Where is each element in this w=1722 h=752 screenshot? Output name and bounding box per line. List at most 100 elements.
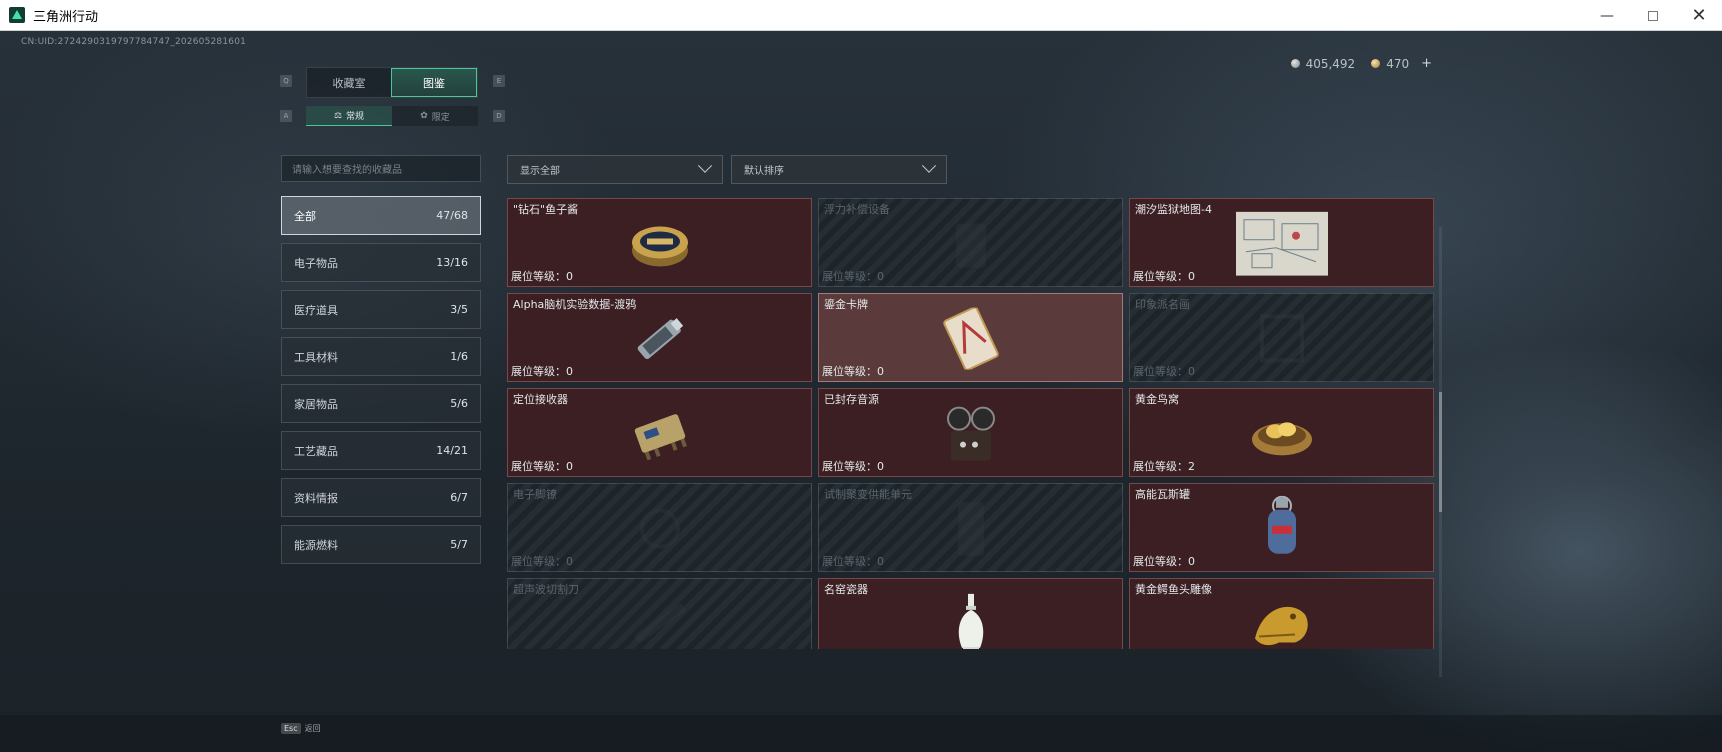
back-button[interactable]: Esc 返回: [281, 723, 321, 734]
maximize-icon: [1648, 10, 1658, 21]
data-drive-icon: [628, 306, 692, 374]
card-level-value: 0: [566, 460, 573, 473]
silver-coin-icon: [1290, 59, 1300, 68]
caviar-tin-icon: [629, 214, 691, 276]
category-item[interactable]: 工艺藏品 14/21: [281, 431, 481, 470]
card-level: 展位等级：0: [511, 648, 573, 649]
card-level-label: 展位等级：: [511, 270, 566, 283]
tab-codex[interactable]: 图鉴: [391, 68, 477, 97]
card-level-value: 0: [566, 365, 573, 378]
card-name: 超声波切割刀: [513, 583, 579, 596]
card-name: 定位接收器: [513, 393, 568, 406]
collection-card[interactable]: 定位接收器 展位等级：0: [507, 388, 812, 477]
card-level: 展位等级：0: [511, 363, 573, 379]
card-level-value: 0: [1188, 270, 1195, 283]
category-item[interactable]: 资料情报 6/7: [281, 478, 481, 517]
tab-collection-room[interactable]: 收藏室: [307, 68, 391, 97]
flask-icon: ⚖: [333, 110, 343, 121]
card-level-value: 0: [877, 270, 884, 283]
card-level: 展位等级：0: [822, 268, 884, 284]
filter-dropdown[interactable]: 显示全部: [507, 155, 723, 184]
category-label: 医疗道具: [294, 303, 338, 317]
card-level: 展位等级：0: [1133, 268, 1195, 284]
delta-force-logo-icon: [9, 7, 25, 23]
card-name: 高能瓦斯罐: [1135, 488, 1190, 501]
gas-canister-icon: [1262, 495, 1302, 565]
collection-card[interactable]: "钻石"鱼子酱 展位等级：0: [507, 198, 812, 287]
category-item[interactable]: 工具材料 1/6: [281, 337, 481, 376]
collection-grid: "钻石"鱼子酱 展位等级：0 浮力补偿设备 展位等级：0 潮汐监狱地图-4 展位等级：0 A…: [507, 197, 1437, 649]
minimize-button[interactable]: —: [1584, 0, 1630, 31]
reel-recorder-icon: [941, 402, 1001, 468]
receiver-icon: [627, 404, 693, 466]
category-label: 全部: [294, 209, 316, 223]
chevron-down-icon: [697, 158, 713, 173]
collection-card[interactable]: 已封存音源展位等级：0: [818, 388, 1123, 477]
subtab-next-key: D: [493, 110, 505, 122]
card-level: 展位等级：0: [822, 458, 884, 474]
close-button[interactable]: ✕: [1676, 0, 1722, 31]
card-level-value: 0: [877, 460, 884, 473]
gold-currency[interactable]: 470 +: [1371, 56, 1432, 71]
player-uid: CN:UID:2724290319797784747_202605281601: [21, 37, 247, 47]
card-level: 展位等级：0: [822, 363, 884, 379]
category-item[interactable]: 电子物品 13/16: [281, 243, 481, 282]
scrollbar-thumb[interactable]: [1439, 392, 1442, 512]
card-name: 已封存音源: [824, 393, 879, 406]
grid-scrollbar[interactable]: [1439, 227, 1442, 677]
collection-card[interactable]: Alpha脑机实验数据-渡鸦 展位等级：0: [507, 293, 812, 382]
subtab-regular-label: 常规: [346, 112, 365, 122]
porcelain-vase-icon: [954, 589, 988, 649]
sort-dropdown-value: 默认排序: [744, 166, 784, 177]
collection-card[interactable]: 鎏金卡牌 展位等级：0: [818, 293, 1123, 382]
sort-dropdown[interactable]: 默认排序: [731, 155, 947, 184]
collection-card[interactable]: 浮力补偿设备 展位等级：0: [818, 198, 1123, 287]
esc-key: Esc: [281, 723, 301, 734]
subtab-regular[interactable]: ⚖ 常规: [306, 106, 392, 126]
collection-card[interactable]: 试制聚变供能单元 展位等级：0: [818, 483, 1123, 572]
card-name: 浮力补偿设备: [824, 203, 890, 216]
prison-map-icon: [1235, 211, 1328, 279]
game-viewport: CN:UID:2724290319797784747_202605281601 …: [0, 31, 1722, 752]
collection-card[interactable]: 潮汐监狱地图-4 展位等级：0: [1129, 198, 1434, 287]
bottom-bar: Esc 返回: [0, 715, 1722, 752]
collection-card[interactable]: 名窑瓷器展位等级：0: [818, 578, 1123, 649]
category-item[interactable]: 全部 47/68: [281, 196, 481, 235]
category-count: 1/6: [450, 350, 468, 363]
card-name: 名窑瓷器: [824, 583, 868, 596]
fusion-cell-icon: [946, 495, 996, 565]
add-currency-button[interactable]: +: [1421, 56, 1432, 71]
card-name: 印象派名画: [1135, 298, 1190, 311]
subtab-limited[interactable]: ✿ 限定: [392, 106, 478, 126]
limited-icon: ✿: [420, 111, 428, 121]
card-level-label: 展位等级：: [1133, 365, 1188, 378]
category-item[interactable]: 医疗道具 3/5: [281, 290, 481, 329]
collection-card[interactable]: 黄金鳄鱼头雕像展位等级：0: [1129, 578, 1434, 649]
collection-card[interactable]: 印象派名画 展位等级：0: [1129, 293, 1434, 382]
card-level-value: 0: [566, 555, 573, 568]
card-level: 展位等级：0: [1133, 648, 1195, 649]
gilded-card-icon: [941, 306, 1001, 373]
category-item[interactable]: 能源燃料 5/7: [281, 525, 481, 564]
maximize-button[interactable]: [1630, 0, 1676, 31]
card-name: 黄金鸟窝: [1135, 393, 1179, 406]
category-label: 能源燃料: [294, 538, 338, 552]
currency-bar: 405,492 470 +: [1290, 56, 1432, 71]
card-level-label: 展位等级：: [1133, 270, 1188, 283]
subtab-limited-label: 限定: [431, 112, 450, 123]
collection-card[interactable]: 黄金鸟窝 展位等级：2: [1129, 388, 1434, 477]
search-input[interactable]: 请输入想要查找的收藏品: [281, 155, 481, 182]
ultrasonic-knife-icon: [625, 598, 695, 649]
card-level-label: 展位等级：: [511, 365, 566, 378]
collection-card[interactable]: 电子脚镣 展位等级：0: [507, 483, 812, 572]
collection-card[interactable]: 高能瓦斯罐 展位等级：0: [1129, 483, 1434, 572]
tab-next-key: E: [493, 75, 505, 87]
category-count: 5/7: [450, 538, 468, 551]
filter-dropdown-value: 显示全部: [520, 166, 560, 177]
collection-card[interactable]: 超声波切割刀展位等级：0: [507, 578, 812, 649]
category-item[interactable]: 家居物品 5/6: [281, 384, 481, 423]
title-bar: 三角洲行动 — ✕: [0, 0, 1722, 31]
sub-tabs: ⚖ 常规 ✿ 限定: [306, 106, 478, 126]
gold-coin-icon: [1371, 59, 1381, 68]
category-label: 电子物品: [294, 256, 338, 270]
